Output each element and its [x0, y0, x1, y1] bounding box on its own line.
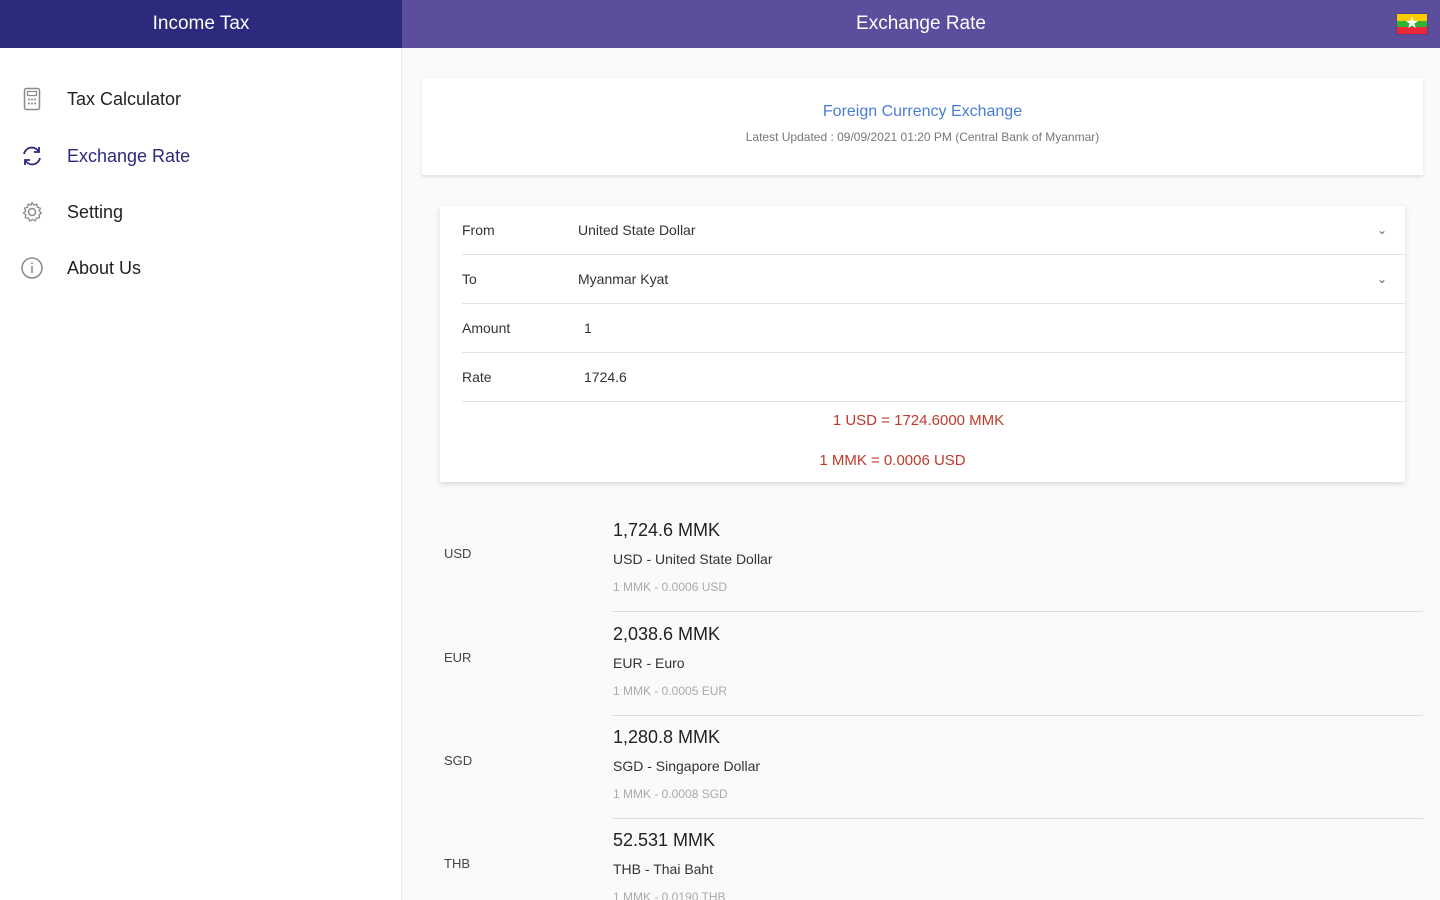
rate-list-item[interactable]: SGD 1,280.8 MMK SGD - Singapore Dollar 1…	[422, 715, 1423, 819]
amount-row: Amount	[462, 304, 1405, 353]
conversion-result-primary: 1 USD = 1724.6000 MMK	[832, 412, 1005, 429]
exchange-header-title: Foreign Currency Exchange	[822, 103, 1023, 120]
sidebar-item-label: Setting	[67, 201, 124, 222]
sidebar: Tax Calculator Exchange Rate Setting Abo…	[0, 48, 402, 900]
rate-code: SGD	[444, 753, 473, 768]
rate-list-item[interactable]: THB 52.531 MMK THB - Thai Baht 1 MMK - 0…	[422, 818, 1423, 900]
rate-inverse: 1 MMK - 0.0005 EUR	[613, 684, 728, 698]
main-content: Foreign Currency Exchange Latest Updated…	[402, 48, 1440, 900]
sidebar-item-setting[interactable]: Setting	[0, 190, 402, 234]
exchange-header-card: Foreign Currency Exchange Latest Updated…	[422, 78, 1423, 176]
amount-label: Amount	[462, 320, 511, 336]
rate-amount: 1,724.6 MMK	[613, 520, 721, 540]
app-root: Income Tax Tax Calculator Exchange Rate …	[0, 0, 1440, 900]
from-select[interactable]: From United State Dollar ⌄	[462, 206, 1405, 255]
chevron-down-icon: ⌄	[1376, 272, 1387, 286]
sidebar-header: Income Tax	[0, 0, 402, 48]
gear-icon	[20, 200, 44, 224]
calculator-icon	[20, 87, 44, 111]
rate-name: EUR - Euro	[613, 655, 685, 671]
exchange-icon	[20, 144, 44, 168]
app-bar: Exchange Rate ★	[402, 0, 1440, 48]
rate-input[interactable]	[584, 369, 1284, 385]
rate-list-item[interactable]: EUR 2,038.6 MMK EUR - Euro 1 MMK - 0.000…	[422, 612, 1423, 716]
sidebar-item-label: About Us	[67, 257, 142, 278]
sidebar-item-exchange-rate[interactable]: Exchange Rate	[0, 134, 402, 178]
rate-name: THB - Thai Baht	[613, 861, 714, 877]
rate-name: USD - United State Dollar	[613, 551, 773, 567]
rate-amount: 52.531 MMK	[613, 830, 716, 850]
info-icon	[20, 256, 44, 280]
chevron-down-icon: ⌄	[1376, 223, 1387, 237]
rate-label: Rate	[462, 369, 492, 385]
rate-row: Rate	[462, 353, 1405, 402]
to-label: To	[462, 271, 477, 287]
sidebar-title: Income Tax	[152, 13, 250, 34]
myanmar-flag-icon[interactable]: ★	[1396, 13, 1428, 35]
rate-amount: 2,038.6 MMK	[613, 624, 721, 644]
page-title: Exchange Rate	[856, 13, 986, 34]
from-label: From	[462, 222, 495, 238]
from-value: United State Dollar	[578, 222, 696, 238]
rate-name: SGD - Singapore Dollar	[613, 758, 761, 774]
rate-inverse: 1 MMK - 0.0190 THB	[613, 890, 726, 900]
to-value: Myanmar Kyat	[578, 271, 669, 287]
converter-card: From United State Dollar ⌄ To Myanmar Ky…	[440, 206, 1405, 482]
rate-code: EUR	[444, 650, 472, 665]
rate-code: USD	[444, 546, 472, 561]
amount-input[interactable]	[584, 320, 1284, 336]
sidebar-item-label: Exchange Rate	[67, 145, 191, 166]
sidebar-item-label: Tax Calculator	[67, 88, 182, 109]
rate-amount: 1,280.8 MMK	[613, 727, 721, 747]
rate-list-item[interactable]: USD 1,724.6 MMK USD - United State Dolla…	[422, 508, 1423, 612]
to-select[interactable]: To Myanmar Kyat ⌄	[462, 255, 1405, 304]
exchange-header-subtitle: Latest Updated : 09/09/2021 01:20 PM (Ce…	[745, 130, 1100, 144]
sidebar-item-tax-calculator[interactable]: Tax Calculator	[0, 77, 402, 121]
sidebar-item-about-us[interactable]: About Us	[0, 246, 402, 290]
rate-code: THB	[444, 856, 470, 871]
rate-inverse: 1 MMK - 0.0008 SGD	[613, 787, 728, 801]
rate-inverse: 1 MMK - 0.0006 USD	[613, 580, 728, 594]
conversion-result-inverse: 1 MMK = 0.0006 USD	[819, 452, 966, 469]
